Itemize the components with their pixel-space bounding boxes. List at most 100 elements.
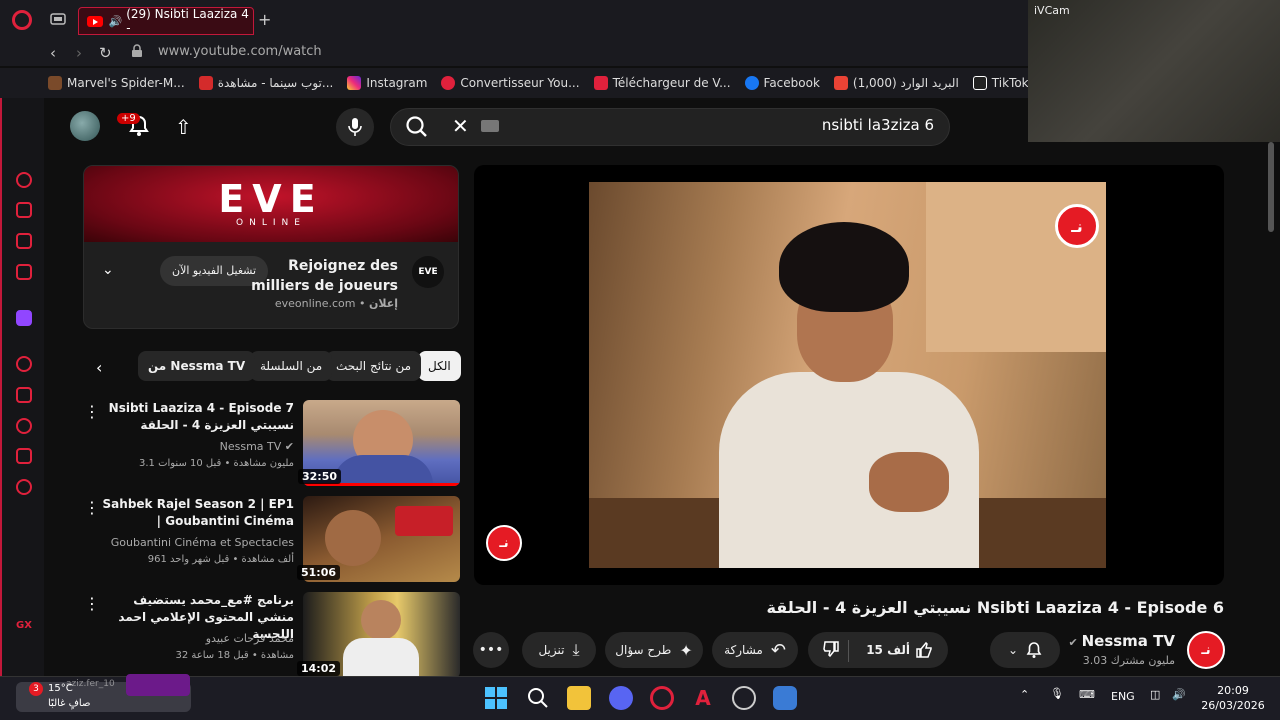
opera-logo-icon[interactable] xyxy=(12,10,32,30)
search-icon[interactable] xyxy=(526,686,550,710)
keyboard-icon[interactable]: ⌨ xyxy=(1079,688,1095,701)
chevron-left-icon[interactable]: ‹ xyxy=(96,358,102,377)
gx-icon[interactable]: GX xyxy=(16,620,32,631)
subscriber-count: 3.03 مليون مشترك xyxy=(1082,654,1175,667)
video-title: نسيبتي العزيزة 4 - الحلقة Nsibti Laaziza… xyxy=(766,598,1225,617)
discord-icon[interactable] xyxy=(609,686,633,710)
webcam-overlay: iVCam xyxy=(1028,0,1280,142)
speed-dial-icon[interactable] xyxy=(16,172,32,188)
avatar[interactable] xyxy=(70,111,100,141)
ad-title[interactable]: Rejoignez des milliers de joueurs xyxy=(228,256,398,296)
ivcam-icon[interactable] xyxy=(773,686,797,710)
adobe-icon[interactable]: A xyxy=(691,686,715,710)
video-frame[interactable]: نـ xyxy=(589,182,1106,568)
url-field[interactable]: www.youtube.com/watch xyxy=(158,44,322,59)
file-explorer-icon[interactable] xyxy=(567,686,591,710)
search-icon[interactable] xyxy=(402,114,432,140)
tray-chevron-up-icon[interactable]: ⌃ xyxy=(1020,688,1029,701)
duration-badge: 51:06 xyxy=(296,565,340,580)
settings-icon[interactable] xyxy=(16,479,32,495)
lock-icon[interactable] xyxy=(131,44,143,58)
share-button[interactable]: مشاركة ↶ xyxy=(712,632,798,668)
related-channel[interactable]: Goubantini Cinéma et Spectacles xyxy=(111,536,294,549)
chip-all[interactable]: الكل xyxy=(418,351,461,381)
windows-start-icon[interactable] xyxy=(484,686,508,710)
chip-channel[interactable]: من Nessma TV xyxy=(138,351,256,381)
voice-search-button[interactable] xyxy=(336,108,374,146)
bookmark-item[interactable]: توب سينما - مشاهدة... xyxy=(198,76,333,90)
related-title[interactable]: Nsibti Laaziza 4 - Episode 7 نسيبتي العز… xyxy=(98,400,294,434)
youtube-favicon-icon xyxy=(87,15,103,27)
bookmarks-bar: Marvel's Spider-M... توب سينما - مشاهدة.… xyxy=(0,68,1030,98)
opera-gx-icon[interactable] xyxy=(650,686,674,710)
mail-icon[interactable] xyxy=(16,264,32,280)
thumbnail-shirt xyxy=(343,638,419,678)
list-item[interactable]: ⋮ Nsibti Laaziza 4 - Episode 7 نسيبتي ال… xyxy=(84,400,460,490)
related-title[interactable]: Sahbek Rajel Season 2 | EP1 | Goubantini… xyxy=(98,496,294,530)
player-icon[interactable] xyxy=(16,356,32,372)
more-icon[interactable]: ⋮ xyxy=(84,498,100,517)
history-icon[interactable] xyxy=(16,418,32,434)
thumbnail-dress xyxy=(333,455,433,486)
video-player[interactable]: نـ نـ xyxy=(474,165,1224,585)
like-button[interactable]: 15 ألف xyxy=(866,641,934,659)
ad-logo[interactable]: EVE xyxy=(412,256,444,288)
related-channel[interactable]: محمد فرحات عبيدو xyxy=(206,632,294,645)
chevron-down-icon[interactable]: ⌄ xyxy=(102,262,114,278)
list-item[interactable]: ⋮ Sahbek Rajel Season 2 | EP1 | Goubanti… xyxy=(84,496,460,586)
bookmark-item[interactable]: Facebook xyxy=(744,76,820,90)
clock[interactable]: 20:09 26/03/2026 xyxy=(1200,683,1266,713)
bookmark-item[interactable]: Téléchargeur de V... xyxy=(593,76,731,90)
forward-icon[interactable]: › xyxy=(76,44,82,62)
news-icon[interactable] xyxy=(16,233,32,249)
twitch-icon[interactable] xyxy=(16,310,32,326)
pin-icon[interactable] xyxy=(16,387,32,403)
app-icon[interactable] xyxy=(732,686,756,710)
bookmark-item[interactable]: Marvel's Spider-M... xyxy=(48,76,185,90)
list-item[interactable]: ⋮ برنامج #مع_محمد يستضيف منشي المحتوى ال… xyxy=(84,592,460,682)
chip-series[interactable]: من السلسلة xyxy=(250,351,333,381)
ad-card[interactable]: EVE ONLINE ⌄ تشغيل الفيديو الآن Rejoigne… xyxy=(83,165,459,329)
duration-badge: 32:50 xyxy=(297,469,341,484)
more-horizontal-icon: ••• xyxy=(478,642,504,658)
more-icon[interactable]: ⋮ xyxy=(84,402,100,421)
sparkle-icon: ✦ xyxy=(679,640,693,660)
more-actions-button[interactable]: ••• xyxy=(473,632,509,668)
keyboard-icon[interactable] xyxy=(481,120,499,132)
upload-icon[interactable]: ⇧ xyxy=(175,115,192,139)
microphone-icon[interactable]: 🎙 xyxy=(1050,687,1064,700)
dislike-button[interactable] xyxy=(822,640,840,661)
shop-icon[interactable] xyxy=(16,202,32,218)
bookmark-item[interactable]: Convertisseur You... xyxy=(441,76,580,90)
new-tab-button[interactable]: + xyxy=(258,10,271,29)
bookmark-item[interactable]: TikTok - Ma xyxy=(972,76,1030,90)
ad-banner[interactable]: EVE ONLINE xyxy=(84,166,458,242)
clear-search-icon[interactable]: ✕ xyxy=(452,114,469,138)
download-button[interactable]: تنزيل ⤓ xyxy=(522,632,596,668)
reload-icon[interactable]: ↻ xyxy=(99,44,112,62)
network-icon[interactable]: ◫ xyxy=(1150,688,1160,701)
topcinema-icon xyxy=(198,76,213,90)
nessma-logo-icon: نـ xyxy=(486,525,522,561)
volume-icon[interactable]: 🔊 xyxy=(1172,688,1186,701)
tab-youtube[interactable]: 🔊 (29) Nsibti Laaziza 4 - xyxy=(78,7,254,35)
tiktok-icon xyxy=(972,76,987,90)
channel-avatar[interactable]: نـ xyxy=(1187,631,1225,669)
search-query[interactable]: nsibti la3ziza 6 xyxy=(700,116,934,134)
ask-button[interactable]: طرح سؤال ✦ xyxy=(605,632,703,668)
bookmark-item[interactable]: Instagram xyxy=(347,76,427,90)
thumbs-up-icon xyxy=(916,641,932,658)
like-divider xyxy=(848,640,849,662)
scrollbar[interactable] xyxy=(1268,142,1274,232)
back-icon[interactable]: ‹ xyxy=(50,44,56,62)
language-indicator[interactable]: ENG xyxy=(1111,690,1135,703)
tab-list-icon[interactable] xyxy=(50,12,66,26)
speaker-icon[interactable]: 🔊 xyxy=(109,15,123,28)
channel-name[interactable]: ✔ Nessma TV xyxy=(1069,632,1175,650)
extensions-icon[interactable] xyxy=(16,448,32,464)
bookmark-item[interactable]: البريد الوارد (1,000) xyxy=(833,76,959,90)
related-channel[interactable]: Nessma TV ✔ xyxy=(220,440,294,453)
subscribe-bell-button[interactable]: ⌄ xyxy=(990,632,1060,668)
chip-search-results[interactable]: من نتائج البحث xyxy=(326,351,422,381)
more-icon[interactable]: ⋮ xyxy=(84,594,100,613)
